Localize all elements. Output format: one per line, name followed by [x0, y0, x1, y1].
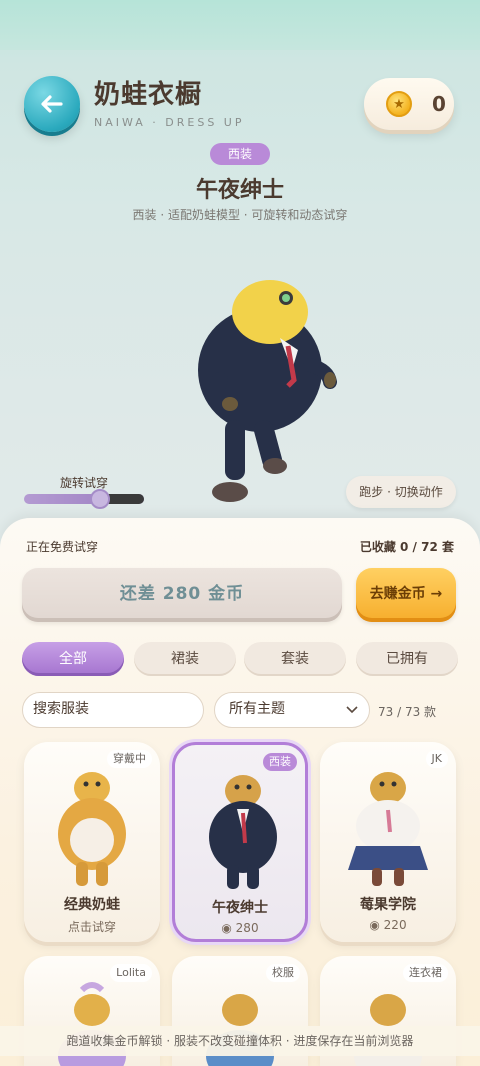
page-subtitle: NAIWA · DRESS UP: [94, 116, 245, 129]
coin-count: 0: [432, 92, 446, 116]
frog-jk-image: [348, 772, 428, 886]
outfit-description: 西装 · 适配奶蛙模型 · 可旋转和动态试穿: [132, 208, 348, 222]
card-name: 经典奶蛙: [64, 897, 120, 913]
outfit-card[interactable]: JK 莓果学院 ◉ 220: [320, 742, 456, 942]
footer-hint: 跑道收集金币解锁 · 服装不改变碰撞体积 · 进度保存在当前浏览器: [0, 1026, 480, 1056]
trying-status: 正在免费试穿: [26, 540, 99, 554]
outfit-card[interactable]: 穿戴中 经典奶蛙 点击试穿: [24, 742, 160, 942]
card-sub: 点击试穿: [67, 920, 116, 934]
coins-short-button[interactable]: 还差 280 金币: [22, 568, 342, 622]
search-input[interactable]: 搜索服装: [22, 692, 204, 728]
filter-owned[interactable]: 已拥有: [356, 642, 458, 676]
page-title: 奶蛙衣橱: [94, 80, 203, 110]
frog-model-preview[interactable]: [180, 270, 350, 520]
switch-action-button[interactable]: 跑步 · 切换动作: [346, 476, 456, 508]
outfit-name: 午夜绅士: [195, 178, 284, 203]
filter-all[interactable]: 全部: [22, 642, 124, 676]
frog-classic-image: [58, 772, 126, 886]
frog-gentleman-image: [209, 775, 277, 889]
card-price: ◉ 220: [369, 918, 407, 932]
coin-balance[interactable]: ★ 0: [364, 78, 454, 130]
card-price: ◉ 280: [221, 921, 259, 935]
rotate-slider-thumb[interactable]: [90, 489, 110, 509]
card-name: 莓果学院: [360, 897, 416, 913]
outfit-count: 73 / 73 款: [378, 705, 437, 719]
outfit-card-selected[interactable]: 西装 午夜绅士 ◉ 280: [172, 742, 308, 942]
coin-icon: ★: [386, 91, 412, 117]
filter-sets[interactable]: 套装: [244, 642, 346, 676]
collected-count: 已收藏 0 / 72 套: [359, 540, 454, 554]
filter-dresses[interactable]: 裙装: [134, 642, 236, 676]
top-bar: [0, 0, 480, 50]
theme-select-value: 所有主题: [229, 701, 285, 717]
back-button[interactable]: [24, 76, 80, 132]
earn-coins-button[interactable]: 去赚金币 →: [356, 568, 456, 622]
theme-select[interactable]: 所有主题: [214, 692, 370, 728]
chevron-down-icon: [346, 706, 358, 714]
card-name: 午夜绅士: [212, 900, 268, 916]
outfit-category-tag: 西装: [210, 143, 270, 165]
arrow-left-icon: [41, 95, 63, 113]
